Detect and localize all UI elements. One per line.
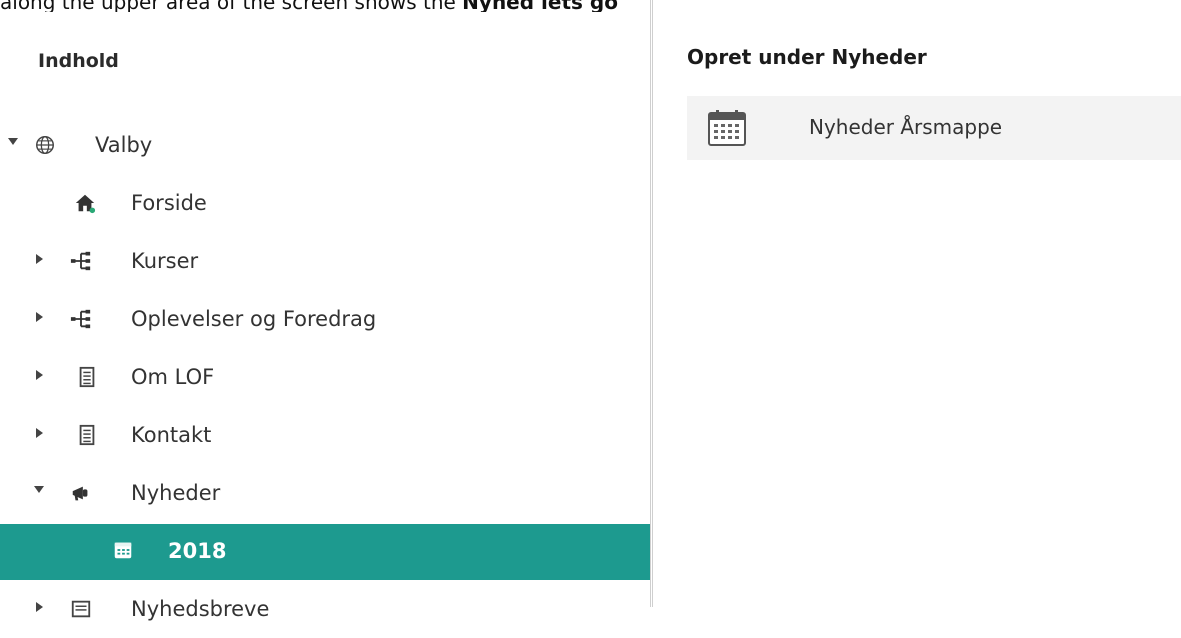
tree-node-kontakt[interactable]: Kontakt	[0, 408, 651, 464]
globe-icon	[36, 136, 54, 154]
tree-node-label: Om LOF	[131, 365, 215, 389]
home-icon	[75, 194, 96, 214]
tree-node-2018[interactable]: 2018	[0, 524, 651, 580]
caret-down-icon[interactable]	[34, 486, 44, 493]
create-panel-title: Opret under Nyheder	[687, 45, 927, 69]
tree-node-label: Oplevelser og Foredrag	[131, 307, 377, 331]
caret-right-icon[interactable]	[36, 370, 43, 380]
tree-node-label: Kurser	[131, 249, 199, 273]
caret-right-icon[interactable]	[36, 602, 43, 612]
create-option-label: Nyheder Årsmappe	[809, 115, 1003, 139]
tree-node-label: Forside	[131, 191, 207, 215]
tree-node-forside[interactable]: Forside	[0, 176, 651, 232]
tree-node-label: Nyhedsbreve	[131, 597, 270, 621]
sitemap-icon	[70, 251, 91, 271]
caret-right-icon[interactable]	[36, 428, 43, 438]
panel-divider[interactable]	[650, 0, 653, 607]
tree-node-nyheder[interactable]: Nyheder	[0, 466, 651, 522]
caret-down-icon[interactable]	[8, 138, 18, 145]
calendar-icon	[114, 542, 132, 559]
document-icon	[79, 366, 95, 388]
newsletter-icon	[71, 600, 91, 618]
tree-node-oplevelser[interactable]: Oplevelser og Foredrag	[0, 292, 651, 348]
caret-right-icon[interactable]	[36, 254, 43, 264]
tree-node-valby[interactable]: Valby	[0, 118, 651, 174]
tree-node-label: Kontakt	[131, 423, 212, 447]
document-icon	[79, 424, 95, 446]
tree-heading: Indhold	[38, 50, 119, 72]
tree-node-label: 2018	[168, 539, 227, 563]
caret-right-icon[interactable]	[36, 312, 43, 322]
tree-node-label: Valby	[95, 133, 153, 157]
tree-node-label: Nyheder	[131, 481, 221, 505]
tree-node-nyhedsbreve[interactable]: Nyhedsbreve	[0, 582, 651, 638]
sitemap-icon	[70, 309, 91, 329]
content-tree: Indhold Valby Forside Kurser Oplevelser …	[0, 0, 651, 621]
tree-node-kurser[interactable]: Kurser	[0, 234, 651, 290]
create-option-nyheder-arsmappe[interactable]: Nyheder Årsmappe	[687, 96, 1181, 160]
calendar-icon	[708, 110, 746, 146]
megaphone-icon	[72, 486, 88, 501]
tree-node-om-lof[interactable]: Om LOF	[0, 350, 651, 406]
